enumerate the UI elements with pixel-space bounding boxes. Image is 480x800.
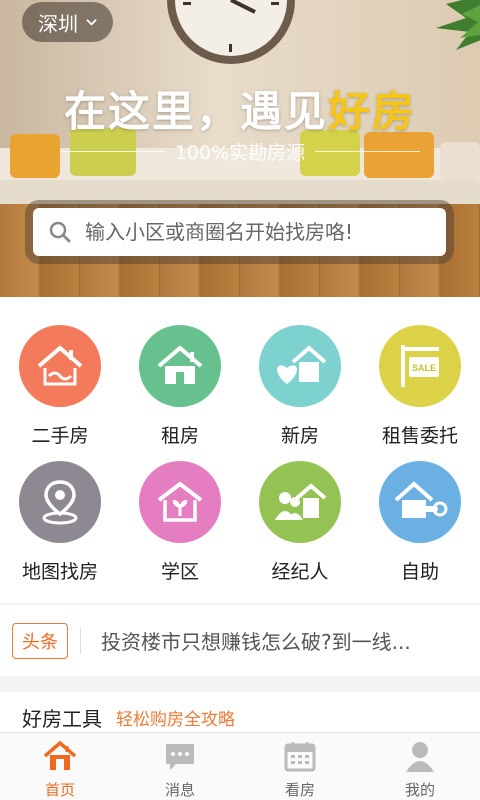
banner-subtitle-row: 100%实勘房源 <box>60 138 421 165</box>
divider <box>80 627 81 654</box>
clock-decoration <box>167 0 295 64</box>
grid-label: 经纪人 <box>271 561 329 583</box>
plant-decoration <box>436 0 480 50</box>
city-name: 深圳 <box>38 11 78 36</box>
handshake-house-icon <box>37 345 83 386</box>
grid-label: 二手房 <box>31 425 89 447</box>
map-pin-icon <box>42 480 78 525</box>
feature-grid: 二手房 租房 新房 SALE 租售委托 地图找房 学区 经纪人 自助 <box>0 297 480 603</box>
grid-circle <box>259 461 341 543</box>
grid-label: 租房 <box>160 425 199 447</box>
headline-text[interactable]: 投资楼市只想赚钱怎么破?到一线... <box>101 626 441 655</box>
tab-label: 首页 <box>44 781 75 799</box>
chevron-down-icon <box>86 18 97 26</box>
grid-label: 租售委托 <box>381 425 458 447</box>
banner-title-highlight: 好房 <box>328 87 417 136</box>
tab-messages[interactable]: 消息 <box>120 733 240 800</box>
grid-item-self-service[interactable]: 自助 <box>360 461 480 597</box>
grid-label: 学区 <box>160 561 199 583</box>
grid-item-agent[interactable]: 经纪人 <box>240 461 360 597</box>
grid-item-school-district[interactable]: 学区 <box>120 461 240 597</box>
tab-profile[interactable]: 我的 <box>360 733 480 800</box>
grid-label: 地图找房 <box>21 561 98 583</box>
sale-sign-icon: SALE <box>401 345 439 387</box>
grid-item-second-hand[interactable]: 二手房 <box>0 325 120 461</box>
key-house-icon <box>394 481 448 518</box>
tools-subtitle[interactable]: 轻松购房全攻略 <box>116 705 235 732</box>
banner-title-main: 在这里，遇见 <box>63 87 328 136</box>
grid-item-map-search[interactable]: 地图找房 <box>0 461 120 597</box>
grid-circle: SALE <box>379 325 461 407</box>
grid-circle <box>259 325 341 407</box>
divider-line <box>315 151 421 152</box>
divider-line <box>60 151 165 152</box>
profile-icon <box>406 742 434 772</box>
grid-circle <box>379 461 461 543</box>
tools-section-header: 好房工具 轻松购房全攻略 <box>0 692 480 732</box>
tools-title: 好房工具 <box>22 707 102 731</box>
grid-circle <box>139 461 221 543</box>
bottom-tab-bar: 首页 消息 看房 我的 <box>0 732 480 800</box>
search-icon <box>49 221 71 243</box>
grid-label: 自助 <box>400 561 439 583</box>
tab-label: 消息 <box>164 781 195 799</box>
grid-item-new-house[interactable]: 新房 <box>240 325 360 461</box>
svg-text:SALE: SALE <box>412 363 436 373</box>
grid-circle <box>139 325 221 407</box>
house-icon <box>157 345 203 384</box>
heart-house-icon <box>277 345 327 384</box>
grid-label: 新房 <box>280 425 319 447</box>
school-house-icon <box>157 481 203 522</box>
tab-viewing[interactable]: 看房 <box>240 733 360 800</box>
headline-ticker[interactable]: 头条 投资楼市只想赚钱怎么破?到一线... <box>0 604 480 676</box>
search-input[interactable] <box>85 220 425 244</box>
tab-label: 看房 <box>284 781 315 799</box>
grid-circle <box>19 325 101 407</box>
calendar-icon <box>284 742 316 772</box>
banner-subtitle: 100%实勘房源 <box>174 142 306 164</box>
grid-circle <box>19 461 101 543</box>
headline-badge: 头条 <box>12 622 68 659</box>
grid-item-rent[interactable]: 租房 <box>120 325 240 461</box>
home-icon <box>43 740 77 770</box>
city-selector[interactable]: 深圳 <box>22 2 113 42</box>
message-icon <box>166 744 194 770</box>
hero-banner[interactable]: 深圳 在这里，遇见好房 100%实勘房源 <box>0 0 480 297</box>
banner-title: 在这里，遇见好房 <box>0 78 480 139</box>
agent-people-icon <box>275 483 327 520</box>
tab-home[interactable]: 首页 <box>0 733 120 800</box>
tab-label: 我的 <box>404 781 435 799</box>
search-bar[interactable] <box>33 208 446 256</box>
grid-item-consign[interactable]: SALE 租售委托 <box>360 325 480 461</box>
